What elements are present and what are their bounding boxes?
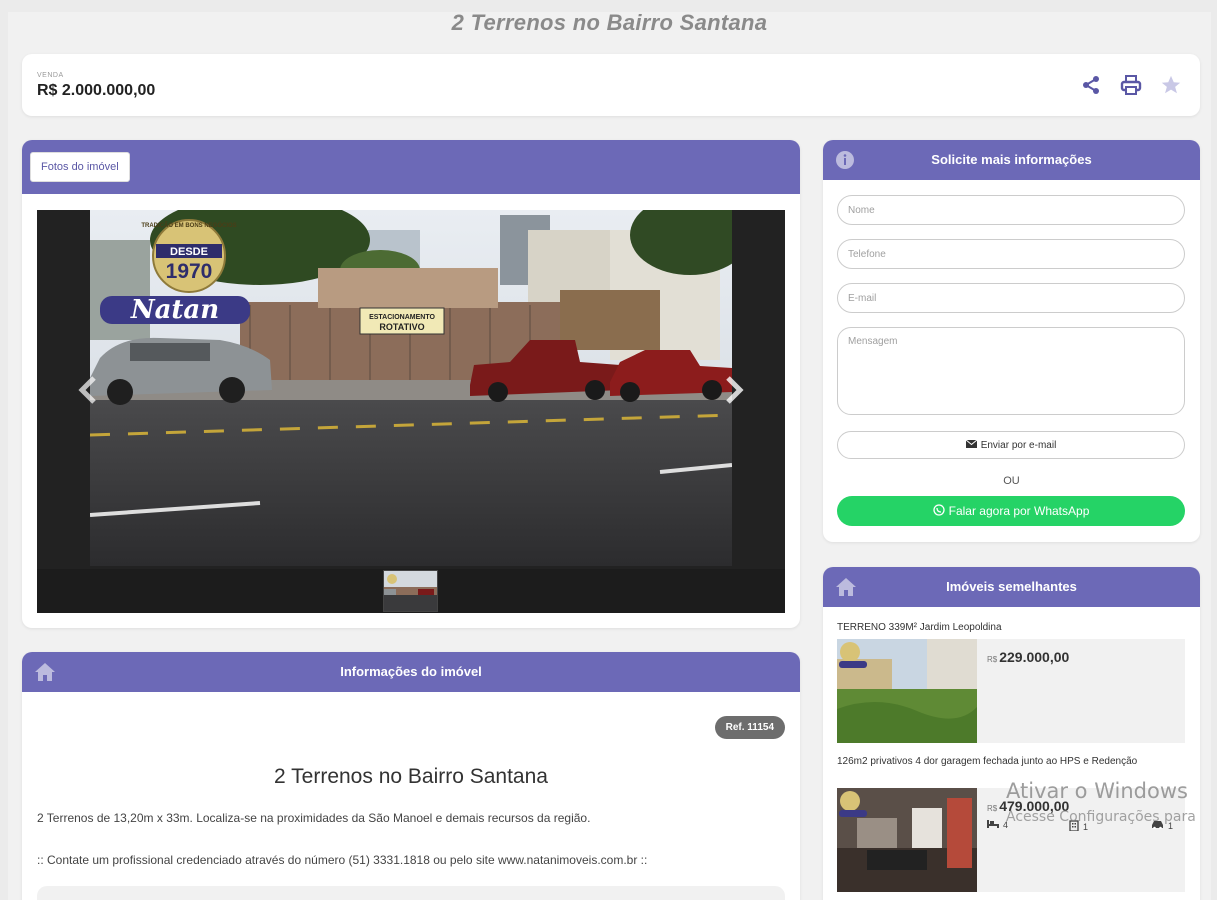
logo-year: 1970 bbox=[166, 260, 213, 283]
whatsapp-button[interactable]: Falar agora por WhatsApp bbox=[837, 496, 1185, 526]
main-photo: ESTACIONAMENTO ROTATIVO TRADIÇÃO EM BONS… bbox=[90, 210, 732, 566]
whatsapp-label: Falar agora por WhatsApp bbox=[948, 504, 1090, 518]
photo-thumbnail[interactable] bbox=[383, 570, 438, 612]
form-header: Solicite mais informações bbox=[823, 140, 1200, 180]
next-photo-arrow-icon[interactable] bbox=[723, 375, 745, 405]
send-email-label: Enviar por e-mail bbox=[980, 439, 1057, 451]
property-contact-text: :: Contate um profissional credenciado a… bbox=[37, 853, 648, 867]
email-input[interactable] bbox=[837, 283, 1185, 313]
info-subsection bbox=[37, 886, 785, 900]
similar-item-title[interactable]: TERRENO 339M² Jardim Leopoldina bbox=[837, 622, 1177, 634]
property-description: 2 Terrenos de 13,20m x 33m. Localiza-se … bbox=[37, 811, 591, 825]
windows-activation-watermark: Ativar o Windows bbox=[1006, 779, 1188, 803]
message-textarea[interactable] bbox=[837, 327, 1185, 415]
parking-sign-bottom: ROTATIVO bbox=[379, 322, 424, 332]
bed-icon bbox=[987, 820, 999, 830]
logo-since: DESDE bbox=[170, 246, 208, 258]
similar-item[interactable]: R$ 229.000,00 bbox=[837, 639, 1185, 743]
page: 2 Terrenos no Bairro Santana VENDA R$ 2.… bbox=[8, 12, 1211, 900]
similar-item-price: R$ 229.000,00 bbox=[987, 649, 1070, 665]
info-header-title: Informações do imóvel bbox=[340, 664, 482, 679]
similar-header: Imóveis semelhantes bbox=[823, 567, 1200, 607]
similar-item-title[interactable]: 126m2 privativos 4 dor garagem fechada j… bbox=[837, 756, 1177, 768]
bedrooms-feature: 4 bbox=[987, 820, 1008, 830]
envelope-icon bbox=[965, 439, 978, 451]
photo-gallery: ESTACIONAMENTO ROTATIVO TRADIÇÃO EM BONS… bbox=[37, 210, 785, 613]
similar-item-photo bbox=[837, 788, 977, 892]
similar-item-photo bbox=[837, 639, 977, 743]
or-divider: OU bbox=[1003, 475, 1020, 487]
price-label: VENDA bbox=[37, 72, 64, 79]
logo-arc-text: TRADIÇÃO EM BONS NEGÓCIOS bbox=[141, 221, 236, 229]
photos-header: Fotos do imóvel bbox=[22, 140, 800, 194]
parking-sign-top: ESTACIONAMENTO bbox=[369, 314, 435, 321]
logo-brand: Natan bbox=[130, 295, 219, 325]
whatsapp-icon bbox=[932, 503, 945, 519]
favorite-star-icon[interactable] bbox=[1160, 74, 1182, 96]
property-info-card: Informações do imóvel Ref. 11154 2 Terre… bbox=[22, 652, 800, 900]
send-email-button[interactable]: Enviar por e-mail bbox=[837, 431, 1185, 459]
photos-button[interactable]: Fotos do imóvel bbox=[30, 152, 130, 182]
name-input[interactable] bbox=[837, 195, 1185, 225]
similar-properties-card: Imóveis semelhantes TERRENO 339M² Jardim… bbox=[823, 567, 1200, 900]
price-bar: VENDA R$ 2.000.000,00 bbox=[22, 54, 1200, 116]
share-icon[interactable] bbox=[1080, 74, 1102, 96]
similar-item[interactable]: R$ 479.000,00 4 1 1 bbox=[837, 788, 1185, 892]
print-icon[interactable] bbox=[1120, 74, 1142, 96]
ref-badge: Ref. 11154 bbox=[714, 716, 785, 739]
property-title: 2 Terrenos no Bairro Santana bbox=[274, 765, 548, 788]
contact-form-card: Solicite mais informações Enviar por e-m… bbox=[823, 140, 1200, 542]
price-actions bbox=[1080, 74, 1182, 96]
form-header-title: Solicite mais informações bbox=[931, 152, 1092, 167]
thumbnail-strip bbox=[37, 569, 785, 613]
page-title: 2 Terrenos no Bairro Santana bbox=[451, 10, 768, 35]
phone-input[interactable] bbox=[837, 239, 1185, 269]
info-header: Informações do imóvel bbox=[22, 652, 800, 692]
windows-activation-watermark-sub: Acesse Configurações para bbox=[1006, 809, 1196, 825]
photos-card: Fotos do imóvel ESTACIONAMENTO ROTATIVO … bbox=[22, 140, 800, 628]
price-value: R$ 2.000.000,00 bbox=[37, 82, 156, 99]
prev-photo-arrow-icon[interactable] bbox=[77, 375, 99, 405]
similar-header-title: Imóveis semelhantes bbox=[946, 579, 1077, 594]
